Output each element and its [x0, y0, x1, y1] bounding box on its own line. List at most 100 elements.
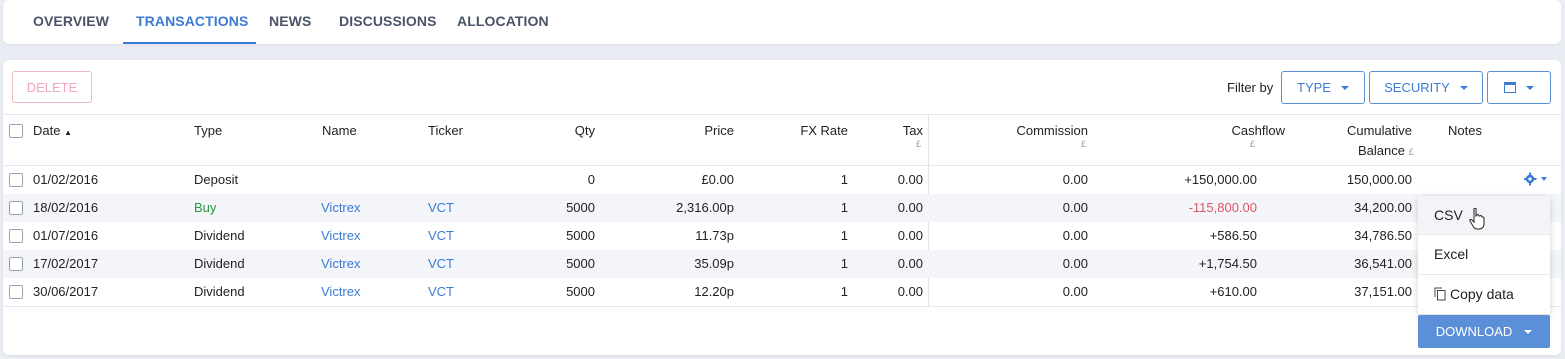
column-header-price: Price	[704, 123, 734, 138]
cell-date: 17/02/2017	[33, 256, 99, 271]
copy-icon	[1434, 287, 1446, 301]
tab-allocation[interactable]: ALLOCATION	[457, 13, 549, 29]
cell-commission: 0.00	[1062, 200, 1088, 215]
row-checkbox[interactable]	[9, 257, 23, 271]
cell-commission: 0.00	[1062, 256, 1088, 271]
table-row[interactable]: 01/02/2016 Deposit 0 £0.00 1 0.00 0.00 +…	[3, 166, 1561, 194]
delete-button[interactable]: DELETE	[12, 71, 92, 103]
cell-tax: 0.00	[897, 256, 923, 271]
active-tab-indicator	[123, 42, 256, 44]
column-header-date[interactable]: Date ▲	[33, 123, 72, 138]
cell-balance: 150,000.00	[1346, 172, 1412, 187]
row-actions-button[interactable]	[1523, 172, 1548, 191]
column-header-balance: Balance £	[1358, 143, 1414, 158]
type-filter-label: TYPE	[1297, 80, 1331, 95]
download-button-label: DOWNLOAD	[1435, 324, 1513, 339]
chevron-down-icon	[1524, 329, 1533, 334]
cell-date: 01/07/2016	[33, 228, 99, 243]
cell-cashflow: +610.00	[1209, 284, 1257, 299]
chevron-down-icon	[1526, 85, 1534, 90]
column-header-notes: Notes	[1448, 123, 1482, 138]
cell-tax: 0.00	[897, 200, 923, 215]
cell-name-link[interactable]: Victrex	[321, 256, 361, 271]
column-header-commission: Commission	[1016, 123, 1088, 138]
menu-item-copy-data-label: Copy data	[1450, 286, 1514, 302]
column-header-tax: Tax	[902, 123, 923, 138]
cell-balance: 34,786.50	[1354, 228, 1412, 243]
column-header-fx-rate: FX Rate	[800, 123, 848, 138]
cell-price: £0.00	[701, 172, 734, 187]
cell-balance: 34,200.00	[1354, 200, 1412, 215]
cell-tax: 0.00	[897, 284, 923, 299]
row-checkbox[interactable]	[9, 285, 23, 299]
download-menu: CSV Excel Copy data	[1418, 196, 1550, 314]
cell-date: 30/06/2017	[33, 284, 99, 299]
cell-type: Dividend	[194, 256, 245, 271]
tab-overview[interactable]: OVERVIEW	[33, 13, 109, 29]
table-row[interactable]: 01/07/2016 Dividend Victrex VCT 5000 11.…	[3, 222, 1561, 250]
date-filter-button[interactable]	[1487, 71, 1551, 104]
cell-qty: 5000	[566, 256, 595, 271]
cell-fx-rate: 1	[840, 256, 848, 271]
cell-balance: 37,151.00	[1354, 284, 1412, 299]
type-filter-button[interactable]: TYPE	[1281, 71, 1365, 104]
column-header-name: Name	[322, 123, 357, 138]
tab-news[interactable]: NEWS	[269, 13, 311, 29]
column-header-type: Type	[194, 123, 223, 138]
cell-commission: 0.00	[1062, 172, 1088, 187]
cell-name-link[interactable]: Victrex	[321, 228, 361, 243]
select-all-checkbox[interactable]	[9, 124, 23, 138]
cell-price: 11.73p	[695, 228, 734, 243]
table-row[interactable]: 30/06/2017 Dividend Victrex VCT 5000 12.…	[3, 278, 1561, 306]
gear-icon	[1523, 172, 1547, 186]
cell-ticker-link[interactable]: VCT	[428, 200, 454, 215]
chevron-down-icon	[1340, 85, 1349, 90]
cell-fx-rate: 1	[840, 200, 848, 215]
row-checkbox[interactable]	[9, 173, 23, 187]
menu-item-copy-data[interactable]: Copy data	[1418, 275, 1550, 313]
cell-qty: 5000	[566, 200, 595, 215]
cell-commission: 0.00	[1062, 228, 1088, 243]
cell-ticker-link[interactable]: VCT	[428, 284, 454, 299]
cell-qty: 5000	[566, 228, 595, 243]
column-header-cumulative: Cumulative	[1346, 123, 1412, 138]
cashflow-unit: £	[1250, 139, 1256, 149]
security-filter-button[interactable]: SECURITY	[1369, 71, 1483, 104]
cell-type: Dividend	[194, 284, 245, 299]
cell-cashflow: -115,800.00	[1188, 200, 1257, 215]
table-row[interactable]: 18/02/2016 Buy Victrex VCT 5000 2,316.00…	[3, 194, 1561, 222]
row-checkbox[interactable]	[9, 201, 23, 215]
cell-cashflow: +150,000.00	[1184, 172, 1257, 187]
row-checkbox[interactable]	[9, 229, 23, 243]
cell-tax: 0.00	[897, 172, 923, 187]
tab-discussions[interactable]: DISCUSSIONS	[339, 13, 437, 29]
menu-item-excel[interactable]: Excel	[1418, 235, 1550, 273]
cell-commission: 0.00	[1062, 284, 1088, 299]
cell-name-link[interactable]: Victrex	[321, 200, 361, 215]
cell-date: 01/02/2016	[33, 172, 99, 187]
table-row[interactable]: 17/02/2017 Dividend Victrex VCT 5000 35.…	[3, 250, 1561, 278]
cell-ticker-link[interactable]: VCT	[428, 228, 454, 243]
cell-type: Dividend	[194, 228, 245, 243]
cell-price: 35.09p	[694, 256, 734, 271]
cell-price: 12.20p	[694, 284, 734, 299]
cell-name-link[interactable]: Victrex	[321, 284, 361, 299]
download-button[interactable]: DOWNLOAD	[1418, 315, 1550, 348]
column-header-qty: Qty	[574, 123, 595, 138]
cell-fx-rate: 1	[840, 228, 848, 243]
cell-date: 18/02/2016	[33, 200, 99, 215]
cell-balance: 36,541.00	[1354, 256, 1412, 271]
cell-cashflow: +586.50	[1209, 228, 1257, 243]
cell-cashflow: +1,754.50	[1198, 256, 1257, 271]
menu-item-csv[interactable]: CSV	[1418, 196, 1550, 234]
cell-ticker-link[interactable]: VCT	[428, 256, 454, 271]
chevron-down-icon	[1459, 85, 1468, 90]
cell-qty: 0	[587, 172, 595, 187]
cell-type: Deposit	[194, 172, 239, 187]
commission-unit: £	[1081, 139, 1087, 149]
cell-fx-rate: 1	[840, 284, 848, 299]
pointer-cursor-icon	[1469, 208, 1485, 230]
filter-by-label: Filter by	[1227, 80, 1274, 95]
cell-qty: 5000	[566, 284, 595, 299]
tab-transactions[interactable]: TRANSACTIONS	[136, 13, 248, 29]
